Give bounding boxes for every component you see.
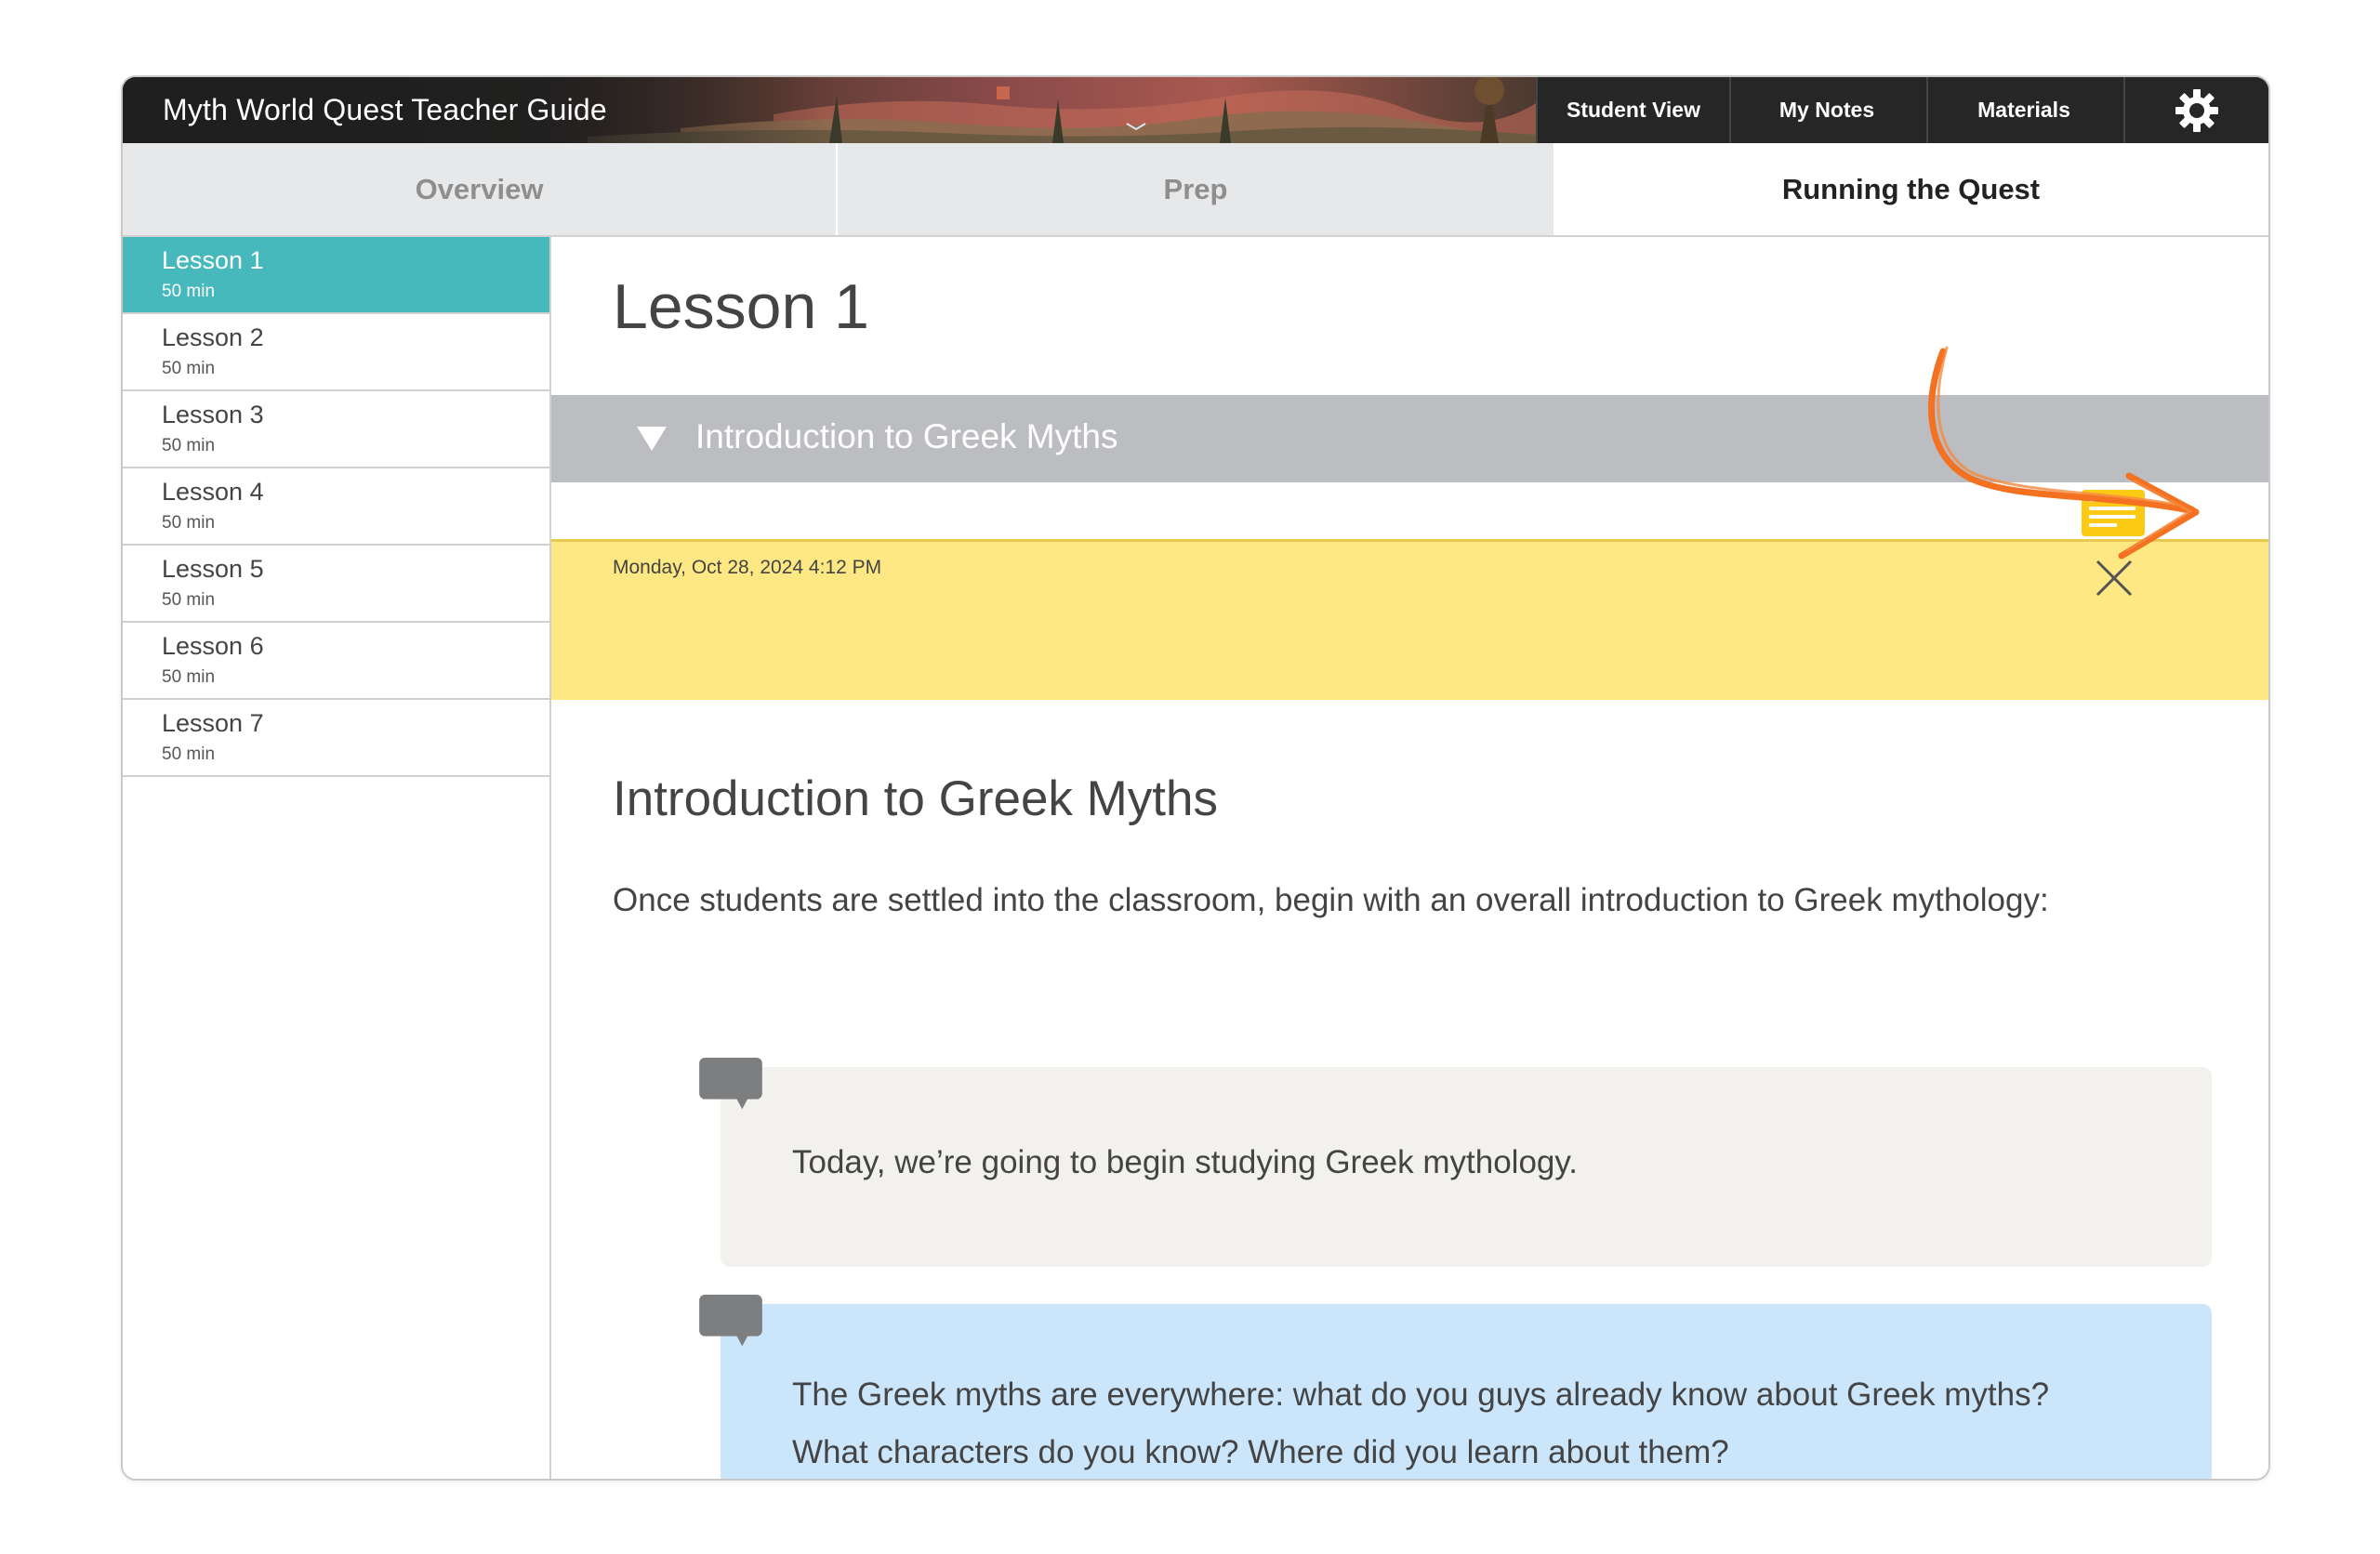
header-banner-illustration: Myth World Quest Teacher Guide: [123, 77, 1536, 143]
lesson-duration: 50 min: [162, 436, 216, 455]
lesson-name: Lesson 4: [162, 478, 264, 506]
content-heading: Introduction to Greek Myths: [613, 771, 1219, 826]
materials-button[interactable]: Materials: [1926, 77, 2120, 143]
sidebar-item-lesson-6[interactable]: Lesson 6 50 min: [123, 623, 549, 700]
section-title: Introduction to Greek Myths: [695, 417, 1118, 455]
lesson-name: Lesson 6: [162, 632, 264, 660]
sidebar-item-lesson-5[interactable]: Lesson 5 50 min: [123, 546, 549, 623]
tab-overview[interactable]: Overview: [123, 143, 838, 235]
lesson-name: Lesson 5: [162, 555, 264, 583]
sidebar-item-lesson-2[interactable]: Lesson 2 50 min: [123, 314, 549, 391]
teacher-guide-app: Myth World Quest Teacher Guide Student V…: [121, 75, 2270, 1481]
settings-button[interactable]: [2123, 77, 2268, 143]
sidebar-item-lesson-3[interactable]: Lesson 3 50 min: [123, 391, 549, 468]
teacher-script-box: The Greek myths are everywhere: what do …: [721, 1304, 2212, 1479]
gear-icon: [2175, 88, 2218, 132]
lesson-sidebar: Lesson 1 50 min Lesson 2 50 min Lesson 3…: [123, 237, 551, 1479]
sidebar-item-lesson-1[interactable]: Lesson 1 50 min: [123, 237, 549, 314]
lesson-name: Lesson 1: [162, 246, 264, 274]
collapse-triangle-icon: [637, 427, 667, 451]
lesson-name: Lesson 3: [162, 401, 264, 428]
lesson-name: Lesson 7: [162, 709, 264, 737]
sidebar-item-lesson-7[interactable]: Lesson 7 50 min: [123, 700, 549, 777]
my-notes-button[interactable]: My Notes: [1729, 77, 1923, 143]
lesson-name: Lesson 2: [162, 323, 264, 351]
page-title: Lesson 1: [613, 271, 869, 342]
student-view-button[interactable]: Student View: [1536, 77, 1729, 143]
annotation-arrow-icon: [1928, 346, 2200, 560]
content-paragraph: Once students are settled into the class…: [613, 882, 2049, 918]
lesson-duration: 50 min: [162, 667, 216, 687]
top-bar: Myth World Quest Teacher Guide Student V…: [123, 77, 2268, 143]
teacher-script-text-line-2: What characters do you know? Where did y…: [792, 1434, 1729, 1470]
tab-running-the-quest[interactable]: Running the Quest: [1554, 143, 2268, 235]
lesson-duration: 50 min: [162, 282, 216, 301]
teacher-script-text: Today, we’re going to begin studying Gre…: [792, 1144, 1579, 1180]
lesson-duration: 50 min: [162, 513, 216, 533]
lesson-duration: 50 min: [162, 590, 216, 610]
tab-bar: Overview Prep Running the Quest: [123, 143, 2268, 237]
lesson-duration: 50 min: [162, 359, 216, 378]
app-title: Myth World Quest Teacher Guide: [163, 93, 607, 126]
speech-bubble-icon: [699, 1058, 762, 1110]
teacher-script-text-line-1: The Greek myths are everywhere: what do …: [792, 1376, 2050, 1413]
sidebar-item-lesson-4[interactable]: Lesson 4 50 min: [123, 468, 549, 546]
teacher-script-box: Today, we’re going to begin studying Gre…: [721, 1067, 2212, 1267]
tab-prep[interactable]: Prep: [838, 143, 1554, 235]
note-timestamp: Monday, Oct 28, 2024 4:12 PM: [613, 557, 882, 578]
speech-bubble-icon: [699, 1295, 762, 1347]
lesson-duration: 50 min: [162, 744, 216, 764]
